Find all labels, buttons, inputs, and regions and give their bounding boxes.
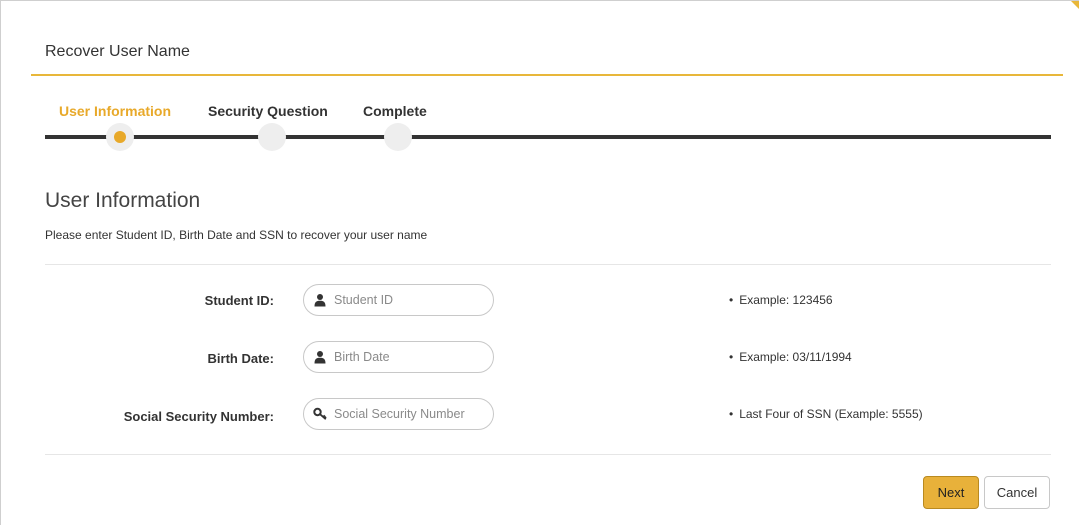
active-step-indicator <box>114 131 126 143</box>
student-id-input[interactable] <box>334 286 490 314</box>
panel-header: Recover User Name <box>31 1 1063 76</box>
step-dot-security-question <box>258 123 286 151</box>
form-top-divider <box>45 264 1051 265</box>
student-id-hint-text: Example: 123456 <box>739 293 833 307</box>
user-icon <box>314 294 326 307</box>
step-track <box>45 135 1051 139</box>
step-label-security-question: Security Question <box>208 103 328 119</box>
birth-date-hint-text: Example: 03/11/1994 <box>739 350 852 364</box>
corner-accent <box>1071 1 1079 9</box>
student-id-hint: • Example: 123456 <box>729 293 833 307</box>
step-dot-complete <box>384 123 412 151</box>
form-bottom-divider <box>45 454 1051 455</box>
user-icon <box>314 351 326 364</box>
key-icon <box>313 407 327 420</box>
recover-username-panel: Recover User Name User Information Secur… <box>0 0 1079 525</box>
hint-bullet: • <box>729 350 734 364</box>
cancel-button[interactable]: Cancel <box>984 476 1050 509</box>
ssn-input[interactable] <box>334 400 490 428</box>
birth-date-field-wrapper <box>303 341 494 373</box>
hint-bullet: • <box>729 407 734 421</box>
section-title: User Information <box>45 189 201 212</box>
birth-date-input[interactable] <box>334 343 490 371</box>
birth-date-label: Birth Date: <box>207 351 274 366</box>
step-label-complete: Complete <box>363 103 427 119</box>
hint-bullet: • <box>729 293 734 307</box>
section-description: Please enter Student ID, Birth Date and … <box>45 228 428 242</box>
ssn-hint: • Last Four of SSN (Example: 5555) <box>729 407 923 421</box>
progress-stepper: User Information Security Question Compl… <box>45 101 1051 161</box>
student-id-field-wrapper <box>303 284 494 316</box>
student-id-label: Student ID: <box>204 293 274 308</box>
ssn-hint-text: Last Four of SSN (Example: 5555) <box>739 407 923 421</box>
page-title: Recover User Name <box>45 43 190 60</box>
ssn-field-wrapper <box>303 398 494 430</box>
ssn-label: Social Security Number: <box>123 409 274 424</box>
step-dot-user-information <box>106 123 134 151</box>
birth-date-hint: • Example: 03/11/1994 <box>729 350 852 364</box>
next-button[interactable]: Next <box>923 476 979 509</box>
step-label-user-information: User Information <box>59 103 172 119</box>
